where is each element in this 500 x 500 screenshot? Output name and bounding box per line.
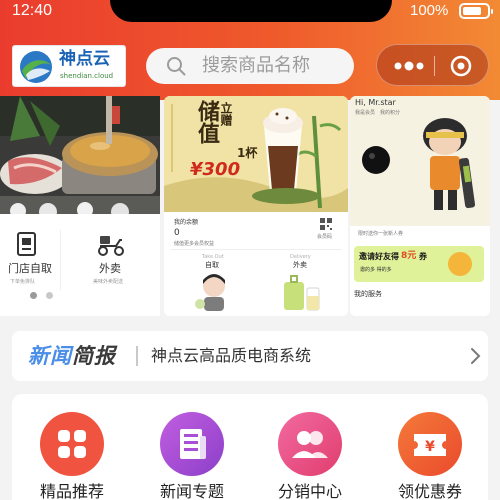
carousel-dot[interactable] — [46, 292, 53, 299]
delivery-en: Delivery — [290, 254, 311, 260]
news-topic-label[interactable]: 新闻专题 — [142, 482, 242, 500]
pickup-en: Take Out — [202, 254, 224, 260]
member-line-2: 我的积分 — [380, 110, 401, 116]
service-pickup-sub: 下单免排队 — [10, 279, 36, 285]
luggage-drink-illustration — [284, 275, 320, 311]
promo-main-text: 储值 — [194, 100, 219, 144]
news-tag-a: 新闻 — [28, 344, 72, 368]
logo-mark-icon — [20, 51, 52, 83]
news-divider — [136, 346, 138, 366]
miniapp-capsule — [376, 44, 489, 86]
status-bar: 12:40 100% — [0, 0, 500, 22]
search-placeholder: 搜索商品名称 — [202, 55, 310, 76]
capsule-divider — [434, 56, 435, 76]
logo-domain: shendian.cloud — [60, 72, 114, 80]
feature-grid: 精品推荐 新闻专题 分销中心 ¥ 领优惠券 — [12, 394, 488, 500]
coupon-button[interactable]: ¥ — [398, 412, 462, 476]
invite-banner[interactable]: 邀请好友得 8元 券 邀的多 得的多 — [354, 246, 484, 282]
news-tag: 新闻简报 — [28, 343, 116, 369]
balance-panel: 我的余额 0 储值更多会员权益 会员码 Take Out 自取 Delivery… — [164, 212, 348, 316]
news-topic-button[interactable] — [160, 412, 224, 476]
svg-text:¥: ¥ — [425, 439, 435, 455]
invite-amount: 8元 — [401, 251, 417, 261]
hotpot-photo — [0, 96, 160, 226]
coupon-label[interactable]: 领优惠券 — [380, 482, 480, 500]
my-services-label: 我的服务 — [354, 290, 382, 298]
service-divider — [60, 230, 61, 290]
carousel-dot-active[interactable] — [30, 292, 37, 299]
newspaper-icon — [180, 429, 206, 459]
target-close-icon[interactable] — [450, 55, 472, 77]
invite-sub: 邀的多 得的多 — [360, 267, 392, 273]
news-brief-strip[interactable]: 新闻简报 神点云高品质电商系统 — [12, 331, 488, 381]
balance-value: 0 — [174, 228, 180, 238]
search-bar[interactable]: 搜索商品名称 — [146, 48, 354, 84]
scooter-delivery-icon[interactable] — [96, 234, 126, 256]
status-time: 12:40 — [12, 2, 53, 19]
yen-ticket-icon: ¥ — [414, 434, 446, 456]
app-screen: 12:40 100% 神点云 shendian.cloud 搜索商品名称 门店自… — [0, 0, 500, 500]
service-delivery-sub: 美味外卖配送 — [93, 279, 124, 285]
panel-divider — [170, 249, 342, 250]
promo-price: ¥300 — [190, 159, 241, 180]
news-headline[interactable]: 神点云高品质电商系统 — [151, 345, 311, 367]
chevron-right-icon[interactable] — [468, 347, 482, 365]
news-tag-b: 简报 — [72, 344, 116, 368]
more-dots-icon[interactable] — [389, 57, 429, 75]
banner-card-recharge[interactable]: 储值 立赠 1杯 ¥300 我的余额 0 储值更多会员权益 会员码 Take O… — [164, 96, 348, 316]
battery-icon — [459, 3, 493, 19]
logo-name: 神点云 — [59, 49, 110, 69]
member-line-1: 我是会员 — [355, 110, 376, 116]
member-panel: 限时送你一张新人券 邀请好友得 8元 券 邀的多 得的多 我的服务 — [350, 226, 490, 316]
promo-side-text: 立赠 — [219, 102, 233, 126]
balance-label: 我的余额 — [174, 219, 199, 226]
device-notch — [110, 0, 392, 22]
banner-card-member[interactable]: Hi, Mr.star 我是会员 我的积分 限时送你一张新人券 邀请好友得 8元… — [350, 96, 490, 316]
coupon-text: 限时送你一张新人券 — [358, 231, 404, 237]
grid-apps-icon — [58, 430, 86, 458]
member-tip: 储值更多会员权益 — [174, 241, 215, 247]
featured-label[interactable]: 精品推荐 — [22, 482, 122, 500]
member-code-label[interactable]: 会员码 — [317, 234, 332, 240]
gift-icon — [448, 252, 472, 276]
invite-main: 邀请好友得 — [359, 252, 399, 261]
member-qr-icon[interactable] — [320, 218, 332, 230]
distribution-label[interactable]: 分销中心 — [260, 482, 360, 500]
invite-suffix: 券 — [419, 252, 427, 261]
store-pickup-icon[interactable] — [16, 232, 38, 256]
service-pickup-label[interactable]: 门店自取 — [8, 262, 52, 275]
header-bar: 12:40 100% 神点云 shendian.cloud 搜索商品名称 — [0, 0, 500, 100]
distribution-button[interactable] — [278, 412, 342, 476]
promo-cup-text: 1杯 — [237, 146, 258, 160]
service-panel: 门店自取 下单免排队 外卖 美味外卖配送 — [0, 214, 160, 316]
battery-percent: 100% — [410, 2, 449, 19]
brand-logo[interactable]: 神点云 shendian.cloud — [12, 45, 126, 87]
banner-card-hotpot[interactable]: 门店自取 下单免排队 外卖 美味外卖配送 — [0, 96, 160, 316]
girl-mascot-illustration — [195, 274, 225, 311]
people-icon — [292, 431, 328, 458]
member-greeting: Hi, Mr.star — [355, 98, 396, 107]
search-icon — [167, 57, 186, 76]
featured-button[interactable] — [40, 412, 104, 476]
delivery-label[interactable]: 外卖 — [293, 261, 307, 269]
service-delivery-label[interactable]: 外卖 — [99, 262, 121, 275]
pickup-label[interactable]: 自取 — [205, 261, 219, 269]
